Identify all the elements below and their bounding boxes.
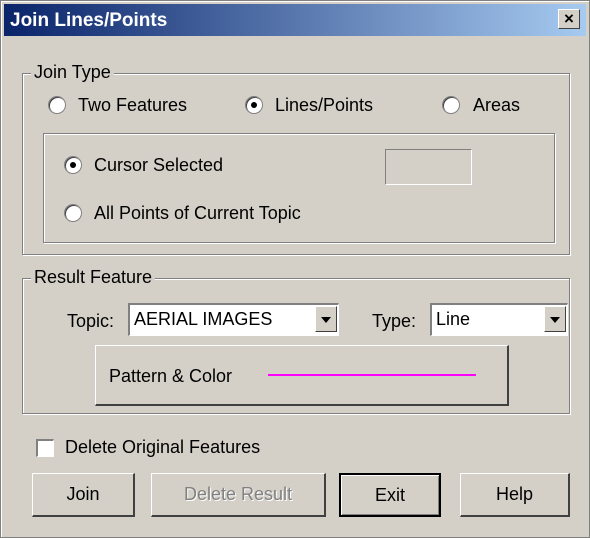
selected-count-field [385, 149, 472, 185]
topic-dropdown-button[interactable] [315, 306, 337, 332]
radio-selected-dot [70, 162, 76, 168]
radio-areas[interactable] [442, 96, 460, 114]
radio-lines-points-label[interactable]: Lines/Points [275, 95, 373, 116]
radio-selected-dot [251, 102, 257, 108]
help-label: Help [495, 484, 534, 504]
join-label: Join [66, 484, 100, 504]
close-icon: × [564, 9, 574, 28]
result-feature-legend: Result Feature [31, 267, 156, 288]
join-button[interactable]: Join [32, 473, 135, 517]
radio-areas-label[interactable]: Areas [473, 95, 520, 116]
join-type-legend: Join Type [31, 62, 114, 83]
radio-cursor-selected-label[interactable]: Cursor Selected [94, 155, 223, 176]
type-dropdown-button[interactable] [544, 306, 566, 332]
radio-two-features-label[interactable]: Two Features [78, 95, 187, 116]
delete-result-button[interactable]: Delete Result [151, 473, 326, 517]
radio-cursor-selected[interactable] [64, 156, 82, 174]
radio-all-points-label[interactable]: All Points of Current Topic [94, 203, 301, 224]
line-pattern-swatch [268, 374, 476, 376]
close-button[interactable]: × [558, 9, 580, 29]
selection-subgroup [43, 133, 555, 243]
chevron-down-icon [321, 317, 331, 323]
radio-lines-points[interactable] [245, 96, 263, 114]
type-label: Type: [372, 311, 417, 331]
topic-value: AERIAL IMAGES [134, 309, 273, 329]
exit-button[interactable]: Exit [339, 473, 441, 517]
help-button[interactable]: Help [460, 473, 570, 517]
type-value: Line [436, 309, 471, 329]
title-bar[interactable]: Join Lines/Points × [4, 4, 586, 36]
topic-label: Topic: [67, 311, 115, 331]
topic-dropdown[interactable]: AERIAL IMAGES [128, 303, 339, 336]
delete-original-checkbox[interactable] [36, 439, 54, 457]
pattern-color-button[interactable]: Pattern & Color [95, 345, 509, 406]
delete-original-label[interactable]: Delete Original Features [65, 437, 260, 458]
join-lines-points-dialog: Join Lines/Points × Join Type Two Featur… [0, 0, 590, 538]
exit-label: Exit [374, 485, 405, 505]
pattern-color-label: Pattern & Color [109, 366, 233, 386]
window-title: Join Lines/Points [10, 10, 168, 31]
delete-result-label: Delete Result [183, 484, 293, 504]
chevron-down-icon [550, 317, 560, 323]
radio-all-points[interactable] [64, 204, 82, 222]
radio-two-features[interactable] [48, 96, 66, 114]
type-dropdown[interactable]: Line [430, 303, 568, 336]
